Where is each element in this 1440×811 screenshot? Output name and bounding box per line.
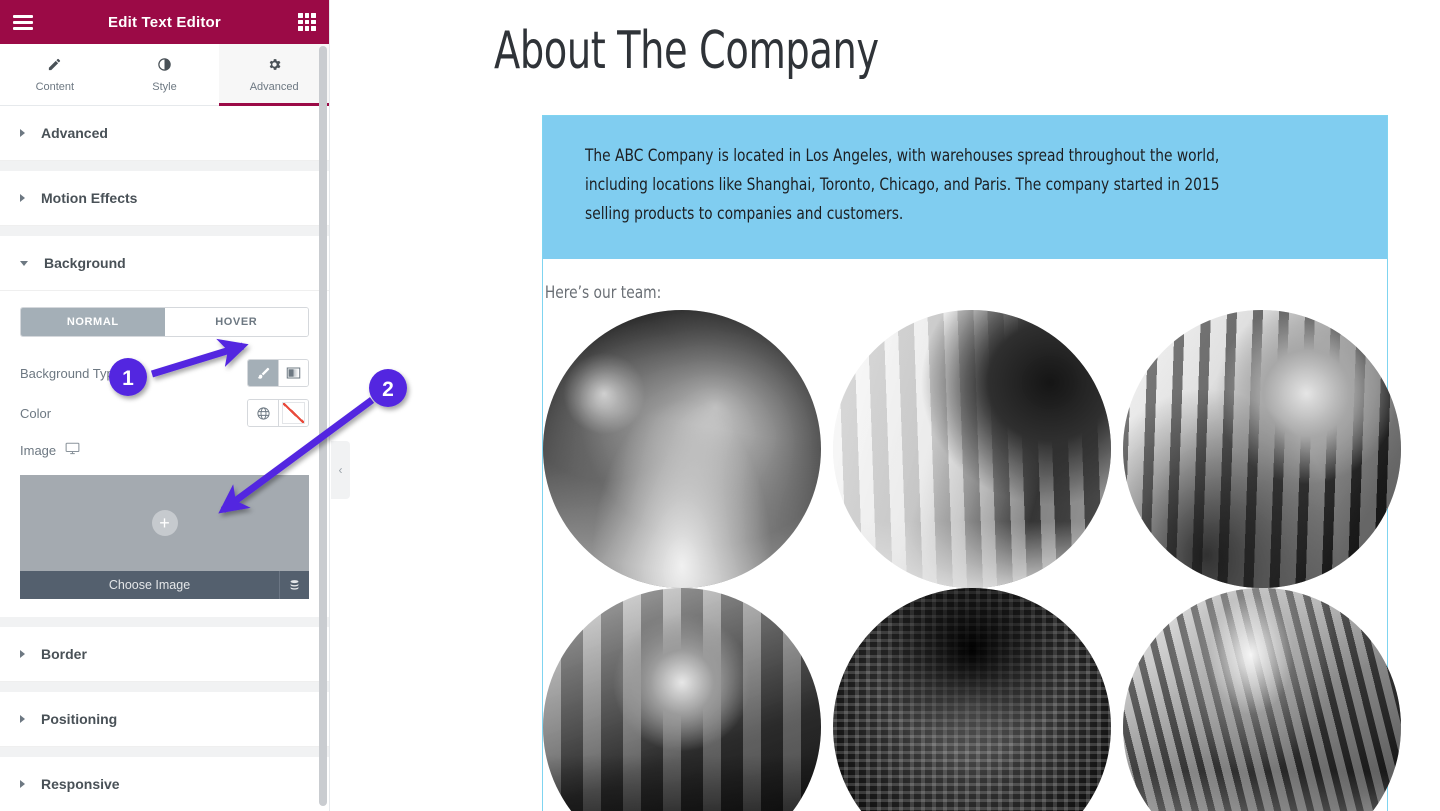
background-type-row: Background Type: [20, 353, 309, 393]
background-image-row: Image: [20, 433, 309, 467]
page-heading: About The Company: [494, 21, 879, 81]
chevron-right-icon: [20, 715, 25, 723]
section-background[interactable]: Background: [0, 236, 329, 291]
section-divider: [0, 161, 329, 171]
team-photo-man-portrait: [833, 587, 1111, 811]
background-color-label: Color: [20, 405, 52, 421]
pencil-icon: [47, 57, 62, 75]
background-type-label: Background Type: [20, 365, 121, 381]
section-motion-effects-label: Motion Effects: [41, 190, 138, 206]
tab-content-label: Content: [35, 80, 75, 93]
section-border[interactable]: Border: [0, 627, 329, 682]
section-background-label: Background: [44, 255, 126, 271]
chevron-right-icon: [20, 194, 25, 202]
section-advanced[interactable]: Advanced: [0, 106, 329, 161]
tab-style[interactable]: Style: [109, 44, 220, 105]
section-positioning-label: Positioning: [41, 711, 118, 727]
panel-header: Edit Text Editor: [0, 0, 329, 44]
state-tab-normal[interactable]: NORMAL: [21, 308, 165, 336]
chevron-down-icon: [20, 260, 28, 266]
plus-circle-icon[interactable]: +: [151, 510, 178, 536]
gradient-icon[interactable]: [278, 360, 308, 386]
page-title: Edit Text Editor: [108, 13, 221, 31]
page-canvas: About The Company The ABC Company is loc…: [330, 0, 1440, 811]
chevron-right-icon: [20, 129, 25, 137]
gear-icon: [267, 57, 282, 75]
elementor-editor: Edit Text Editor Content Style Advanced …: [0, 0, 1440, 811]
background-color-options: [247, 399, 309, 427]
section-positioning[interactable]: Positioning: [0, 692, 329, 747]
section-border-label: Border: [41, 646, 87, 662]
team-photo-grid: [543, 302, 1401, 811]
tab-content[interactable]: Content: [0, 44, 110, 105]
panel-scrollbar[interactable]: [319, 46, 327, 806]
team-photo-woman-laptop: [1123, 309, 1401, 588]
hamburger-icon[interactable]: [13, 14, 33, 30]
section-responsive-label: Responsive: [41, 776, 120, 792]
section-divider: [0, 682, 329, 692]
company-description: The ABC Company is located in Los Angele…: [585, 146, 1220, 223]
image-drop-area[interactable]: +: [20, 475, 309, 571]
team-intro-label: Here’s our team:: [544, 282, 662, 302]
text-editor-widget[interactable]: The ABC Company is located in Los Angele…: [542, 115, 1401, 811]
tab-advanced-label: Advanced: [249, 80, 299, 93]
background-state-tabs: NORMAL HOVER: [20, 307, 309, 337]
section-divider: [0, 617, 329, 627]
globe-icon[interactable]: [248, 400, 278, 426]
half-circle-icon: [157, 57, 172, 75]
background-image-dropzone: + Choose Image: [20, 475, 309, 599]
section-advanced-label: Advanced: [41, 125, 108, 141]
chevron-right-icon: [20, 780, 25, 788]
color-swatch-empty-icon[interactable]: [278, 400, 308, 426]
team-photo-chefs-kitchen: [1123, 587, 1401, 811]
background-image-label: Image: [20, 442, 80, 458]
chevron-left-icon: ‹: [338, 463, 343, 477]
background-controls: NORMAL HOVER Background Type Color Image…: [0, 291, 329, 617]
section-divider: [0, 226, 329, 236]
section-divider: [0, 747, 329, 757]
background-type-options: [247, 359, 309, 387]
choose-image-button[interactable]: Choose Image: [20, 578, 279, 592]
section-responsive[interactable]: Responsive: [0, 757, 329, 811]
chevron-right-icon: [20, 650, 25, 658]
tab-advanced[interactable]: Advanced: [219, 44, 329, 106]
team-photo-man-kitchen: [543, 587, 821, 811]
image-actions-bar: Choose Image: [20, 571, 309, 599]
highlighted-text-block: The ABC Company is located in Los Angele…: [543, 116, 1387, 259]
paint-brush-icon[interactable]: [248, 360, 278, 386]
panel-tabs: Content Style Advanced: [0, 44, 329, 106]
media-library-icon[interactable]: [279, 571, 309, 599]
section-motion-effects[interactable]: Motion Effects: [0, 171, 329, 226]
background-color-row: Color: [20, 393, 309, 433]
desktop-monitor-icon[interactable]: [65, 442, 80, 458]
elementor-settings-panel: Edit Text Editor Content Style Advanced …: [0, 0, 330, 811]
team-photo-woman-tech: [543, 309, 821, 588]
team-photo-woman-desk: [833, 309, 1111, 588]
grid-apps-icon[interactable]: [298, 13, 316, 31]
panel-collapse-handle[interactable]: ‹: [331, 441, 350, 499]
tab-style-label: Style: [152, 80, 177, 93]
state-tab-hover[interactable]: HOVER: [164, 308, 308, 336]
